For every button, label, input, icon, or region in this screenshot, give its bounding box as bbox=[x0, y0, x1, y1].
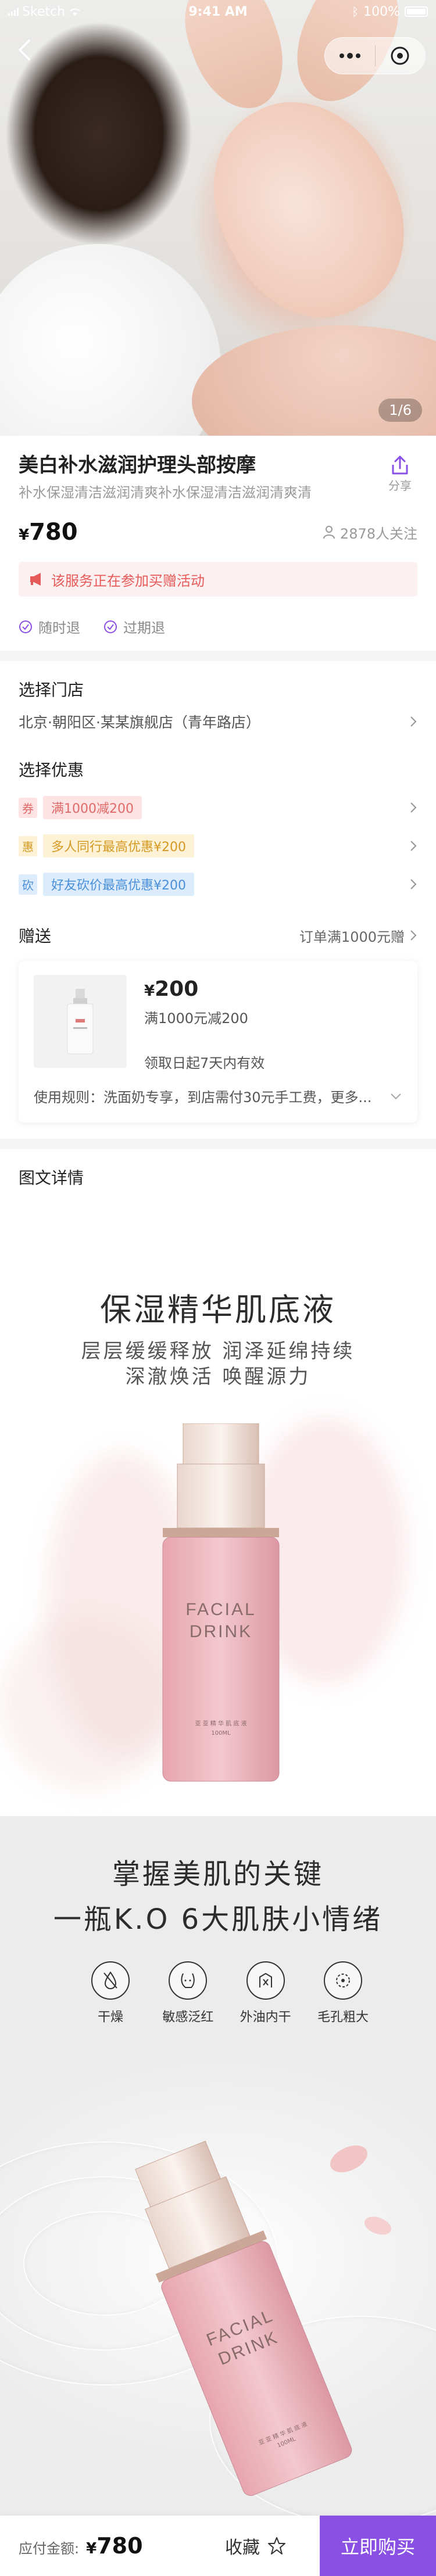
detail-image-skin: 掌握美肌的关键 一瓶K.O 6大肌肤小情绪 干燥 敏感泛红 外油内干 毛孔粗大 bbox=[0, 1816, 436, 2557]
gift-requirement[interactable]: 订单满1000元赠 bbox=[299, 925, 417, 946]
product-title: 美白补水滋润护理头部按摩 bbox=[19, 454, 256, 477]
more-dots-icon bbox=[339, 53, 360, 59]
detail-section-title: 图文详情 bbox=[19, 1168, 84, 1187]
serum-bottle: FACIAL DRINK 亚 亚 精 华 肌 底 液 100ML bbox=[162, 1423, 280, 1782]
panel2-headline1: 掌握美肌的关键 bbox=[112, 1858, 324, 1890]
store-section-title: 选择门店 bbox=[19, 680, 84, 699]
bottle-text-facial: FACIAL bbox=[185, 1600, 256, 1619]
favorite-label: 收藏 bbox=[225, 2538, 260, 2558]
share-label: 分享 bbox=[388, 479, 412, 493]
check-circle-icon bbox=[19, 620, 32, 633]
panel1-line2: 深澈焕活 唤醒源力 bbox=[125, 1365, 311, 1389]
chevron-right-icon bbox=[410, 802, 417, 813]
image-pager: 1/6 bbox=[378, 399, 422, 422]
skin-issue-sensitive: 敏感泛红 bbox=[153, 1961, 223, 2025]
chevron-right-icon bbox=[410, 930, 417, 941]
skin-issue-dry: 干燥 bbox=[76, 1961, 145, 2025]
gift-value: ¥200 bbox=[144, 977, 199, 1001]
skin-issue-pores: 毛孔粗大 bbox=[308, 1961, 378, 2025]
more-button[interactable] bbox=[325, 38, 375, 74]
battery-icon bbox=[405, 6, 428, 17]
navbar bbox=[0, 26, 436, 77]
coupon-tag: 砍 bbox=[19, 874, 37, 895]
product-subtitle: 补水保湿清洁滋润清爽补水保湿清洁滋润清爽清 bbox=[19, 485, 312, 501]
water-drop-slash-icon bbox=[91, 1961, 130, 2000]
status-bar: Sketch 9:41 AM ᛒ 100% bbox=[0, 0, 436, 23]
person-icon bbox=[323, 526, 335, 539]
bottle-text-drink: DRINK bbox=[190, 1622, 252, 1641]
chevron-right-icon bbox=[410, 879, 417, 889]
product-price: ¥780 bbox=[19, 519, 78, 546]
store-value: 北京·朝阳区·某某旗舰店（青年路店） bbox=[19, 714, 260, 731]
gift-product-image bbox=[34, 975, 127, 1068]
target-close-icon bbox=[391, 46, 409, 65]
payable-amount: 应付金额: ¥780 bbox=[19, 2533, 143, 2559]
chevron-right-icon bbox=[410, 716, 417, 727]
serum-bottle-tilted: FACIAL DRINK 亚 亚 精 华 肌 底 液 100ML bbox=[135, 2140, 352, 2496]
chevron-down-icon bbox=[391, 1093, 401, 1100]
gift-condition: 满1000元减200 bbox=[144, 1010, 248, 1027]
buy-now-button[interactable]: 立即购买 bbox=[320, 2516, 436, 2576]
hero-image[interactable]: Sketch 9:41 AM ᛒ 100% 1/6 bbox=[0, 0, 436, 436]
gift-rule[interactable]: 使用规则：洗面奶专享，到店需付30元手工费，更多... bbox=[34, 1086, 402, 1106]
petal bbox=[364, 2216, 392, 2235]
gift-card[interactable]: ¥200 满1000元减200 领取日起7天内有效 使用规则：洗面奶专享，到店需… bbox=[19, 961, 417, 1122]
coupon-row-bargain[interactable]: 砍 好友砍价最高优惠¥200 bbox=[19, 873, 417, 896]
detail-header: 图文详情 bbox=[0, 1149, 436, 1208]
chevron-right-icon bbox=[410, 841, 417, 851]
product-info: 美白补水滋润护理头部按摩 补水保湿清洁滋润清爽补水保湿清洁滋润清爽清 分享 ¥7… bbox=[0, 436, 436, 651]
bottle-volume-text: 100ML bbox=[211, 1730, 231, 1737]
coupon-chip: 多人同行最高优惠¥200 bbox=[43, 834, 194, 858]
promotion-notice: 该服务正在参加买赠活动 bbox=[19, 562, 417, 597]
panel2-headline2: 一瓶K.O 6大肌肤小情绪 bbox=[53, 1903, 383, 1936]
gift-validity: 领取日起7天内有效 bbox=[144, 1055, 265, 1071]
detail-image-serum: 保湿精华肌底液 层层缓缓释放 润泽延绵持续 深澈焕活 唤醒源力 FACIAL D… bbox=[0, 1208, 436, 1816]
oil-water-icon bbox=[246, 1961, 285, 2000]
close-miniapp-button[interactable] bbox=[376, 38, 426, 74]
bottle-small-text: 亚 亚 精 华 肌 底 液 bbox=[195, 1720, 246, 1727]
face-sensitive-icon bbox=[169, 1961, 208, 2000]
clock: 9:41 AM bbox=[188, 4, 248, 19]
favorite-button[interactable]: 收藏 bbox=[192, 2533, 320, 2559]
share-icon bbox=[392, 455, 408, 475]
options-card: 选择门店 北京·朝阳区·某某旗舰店（青年路店） 选择优惠 券 满1000减200… bbox=[0, 661, 436, 1139]
guarantee-expired-refund: 过期退 bbox=[103, 616, 165, 637]
coupon-chip: 满1000减200 bbox=[43, 796, 142, 819]
megaphone-icon bbox=[30, 573, 41, 586]
guarantee-list: 随时退 过期退 bbox=[19, 616, 417, 637]
star-icon bbox=[268, 2537, 285, 2555]
coupon-tag: 惠 bbox=[19, 835, 37, 856]
gift-section-title: 赠送 bbox=[19, 927, 52, 946]
store-selector[interactable]: 北京·朝阳区·某某旗舰店（青年路店） bbox=[19, 711, 417, 732]
bottom-action-bar: 应付金额: ¥780 收藏 立即购买 bbox=[0, 2516, 436, 2576]
coupon-chip: 好友砍价最高优惠¥200 bbox=[43, 873, 194, 896]
pores-icon bbox=[323, 1961, 362, 2000]
skin-issue-list: 干燥 敏感泛红 外油内干 毛孔粗大 bbox=[76, 1961, 378, 2025]
coupon-tag: 券 bbox=[19, 797, 37, 818]
follow-count: 2878人关注 bbox=[323, 522, 417, 543]
panel1-headline: 保湿精华肌底液 bbox=[100, 1291, 336, 1328]
check-circle-icon bbox=[104, 620, 117, 633]
skin-issue-oily: 外油内干 bbox=[231, 1961, 301, 2025]
panel1-line1: 层层缓缓释放 润泽延绵持续 bbox=[81, 1340, 355, 1363]
chevron-left-icon bbox=[19, 40, 30, 60]
miniapp-capsule bbox=[324, 37, 426, 74]
coupon-row-discount[interactable]: 券 满1000减200 bbox=[19, 796, 417, 819]
page: Sketch 9:41 AM ᛒ 100% 1/6 美白补水滋润护理头部按摩 补… bbox=[0, 0, 436, 2576]
share-button[interactable]: 分享 bbox=[383, 454, 417, 493]
coupon-row-group[interactable]: 惠 多人同行最高优惠¥200 bbox=[19, 834, 417, 858]
back-button[interactable] bbox=[14, 37, 37, 63]
coupon-section-title: 选择优惠 bbox=[19, 760, 84, 780]
guarantee-anytime-refund: 随时退 bbox=[19, 616, 80, 637]
